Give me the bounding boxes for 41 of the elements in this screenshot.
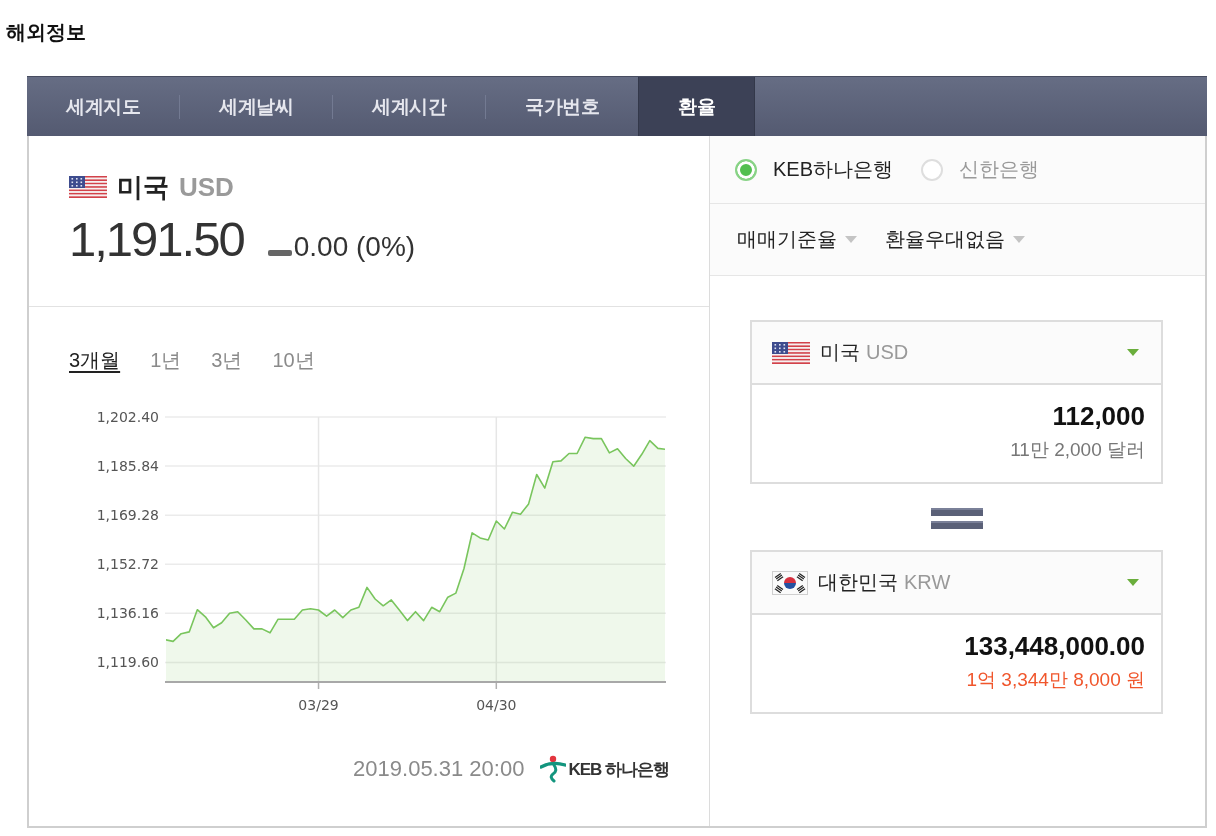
us-flag-icon — [69, 176, 107, 198]
logo-icon — [540, 755, 567, 783]
korea-flag-icon — [772, 570, 808, 595]
amount-in-words: 11만 2,000 달러 — [1009, 438, 1145, 462]
filter-dropdown[interactable]: 매매기준율 — [737, 226, 857, 253]
tab[interactable]: 세계시간 — [333, 77, 485, 136]
amount-field[interactable]: 112,000 — [752, 399, 1145, 433]
dash-icon — [267, 250, 292, 256]
caret-icon — [1127, 349, 1139, 356]
caret-icon — [1013, 236, 1025, 243]
amount-in-words: 1억 3,344만 8,000 원 — [965, 668, 1145, 692]
y-axis-label: 1,185.84 — [96, 458, 159, 475]
x-axis-label: 04/30 — [476, 697, 517, 713]
y-axis-label: 1,202.40 — [96, 409, 159, 425]
us-flag-icon — [772, 341, 810, 364]
timestamp: 2019.05.31 20:00 — [353, 756, 525, 782]
equals-icon — [930, 508, 983, 529]
y-axis-label: 1,169.28 — [96, 507, 159, 524]
bank-radio-option[interactable]: KEB하나은행 — [735, 156, 894, 183]
y-axis-label: 1,136.16 — [96, 605, 159, 622]
period-tab[interactable]: 3개월 — [69, 347, 121, 373]
currency-dropdown[interactable]: 대한민국 KRW — [752, 552, 1161, 615]
converted-amount: 133,448,000.00 — [963, 630, 1145, 663]
x-axis-label: 03/29 — [298, 697, 339, 713]
caret-icon — [845, 236, 857, 243]
period-tab[interactable]: 3년 — [211, 347, 243, 373]
tab[interactable]: 세계지도 — [27, 77, 179, 136]
currency-dropdown[interactable]: 미국 USD — [752, 322, 1161, 385]
tab[interactable]: 국가번호 — [486, 77, 638, 136]
change-value: 0.00 (0%) — [293, 231, 416, 263]
currency-code: USD — [179, 171, 234, 203]
exchange-rate: 1,191.50 — [69, 211, 244, 268]
country-name: 미국 — [117, 170, 169, 204]
y-axis-label: 1,152.72 — [96, 556, 159, 573]
page-title: 해외정보 — [5, 20, 87, 44]
caret-icon — [1127, 579, 1139, 586]
bank-logo-text: KEB 하나은행 — [568, 758, 669, 781]
y-axis-label: 1,119.60 — [96, 654, 159, 671]
tab[interactable]: 환율 — [638, 77, 755, 136]
tab[interactable]: 세계날씨 — [180, 77, 332, 136]
filter-dropdown[interactable]: 환율우대없음 — [885, 226, 1025, 253]
